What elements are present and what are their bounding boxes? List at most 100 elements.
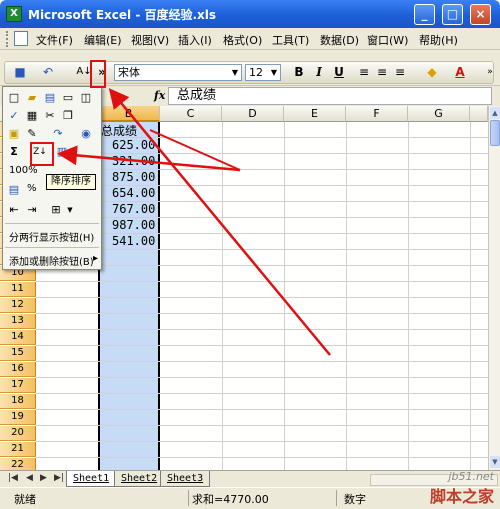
maximize-button[interactable]: □	[442, 4, 463, 25]
scroll-thumb[interactable]	[490, 120, 500, 146]
menu-format[interactable]: 格式(O)	[223, 32, 262, 48]
row-header[interactable]: 15	[0, 346, 36, 361]
underline-button[interactable]: U	[330, 64, 348, 81]
column-header-f[interactable]: F	[346, 106, 408, 122]
menu-view[interactable]: 视图(V)	[131, 32, 169, 48]
cell-b7[interactable]: 987.00	[112, 218, 155, 232]
borders-icon[interactable]: ⊞	[49, 203, 63, 217]
print-preview-icon[interactable]: ◫	[79, 91, 93, 105]
menu-window[interactable]: 窗口(W)	[367, 32, 408, 48]
toolbar: ■ ↶ A↓ » 宋体 ▼ 12 ▼ B I U ≡ ≡ ≡ ◆ A »	[0, 60, 500, 86]
bold-button[interactable]: B	[290, 64, 308, 81]
minimize-button[interactable]: _	[414, 4, 435, 25]
font-size-select[interactable]: 12 ▼	[245, 64, 281, 81]
formula-input[interactable]: 总成绩	[168, 87, 492, 105]
row-header[interactable]: 13	[0, 314, 36, 329]
row-header[interactable]: 20	[0, 426, 36, 441]
sheet-tab-bar: |◀ ◀ ▶ ▶| Sheet1 Sheet2 Sheet3	[0, 470, 500, 487]
row-header[interactable]: 22	[0, 458, 36, 470]
scroll-down-icon[interactable]: ▼	[490, 456, 500, 468]
first-sheet-icon[interactable]: |◀	[8, 473, 18, 483]
column-header-g[interactable]: G	[408, 106, 470, 122]
font-color-icon[interactable]: A	[452, 64, 468, 80]
font-name-select[interactable]: 宋体 ▼	[114, 64, 242, 81]
row-header[interactable]: 21	[0, 442, 36, 457]
column-header-c[interactable]: C	[160, 106, 222, 122]
row-header[interactable]: 16	[0, 362, 36, 377]
fill-color-icon[interactable]: ◆	[424, 64, 440, 80]
title-bar: X Microsoft Excel - 百度经验.xls _ □ ×	[0, 0, 500, 28]
menu-insert[interactable]: 插入(I)	[178, 32, 212, 48]
cell-b2[interactable]: 625.00	[112, 138, 155, 152]
close-button[interactable]: ×	[470, 4, 491, 25]
menu-edit[interactable]: 编辑(E)	[84, 32, 122, 48]
watermark: jb51.net 脚本之家	[430, 470, 494, 507]
cell-b3[interactable]: 321.00	[112, 154, 155, 168]
italic-button[interactable]: I	[310, 64, 328, 81]
vertical-scrollbar[interactable]: ▲ ▼	[488, 106, 500, 470]
scroll-up-icon[interactable]: ▲	[490, 107, 500, 119]
column-header-e[interactable]: E	[284, 106, 346, 122]
undo-icon[interactable]: ↶	[40, 64, 56, 80]
redo-icon[interactable]: ↷	[51, 127, 65, 141]
align-center-icon[interactable]: ≡	[374, 64, 390, 80]
last-sheet-icon[interactable]: ▶|	[54, 473, 64, 483]
sheet-tab-1[interactable]: Sheet1	[66, 471, 117, 487]
sheet-tab-2[interactable]: Sheet2	[114, 471, 165, 487]
chevron-down-icon[interactable]: ▼	[63, 203, 77, 217]
sort-descending-tooltip: 降序排序	[46, 174, 96, 190]
cell-b5[interactable]: 654.00	[112, 186, 155, 200]
align-right-icon[interactable]: ≡	[392, 64, 408, 80]
percent-style-button[interactable]: %	[27, 183, 37, 194]
cut-icon[interactable]: ✂	[43, 109, 57, 123]
row-header[interactable]: 11	[0, 282, 36, 297]
next-sheet-icon[interactable]: ▶	[40, 473, 47, 483]
status-ready: 就绪	[14, 493, 36, 506]
toolbar-grip[interactable]	[6, 31, 9, 47]
chart-wizard-icon[interactable]: ▥	[55, 145, 69, 159]
column-header-d[interactable]: D	[222, 106, 284, 122]
paste-icon[interactable]: ▣	[7, 127, 21, 141]
print-icon[interactable]: ▭	[61, 91, 75, 105]
autosum-icon[interactable]: Σ	[7, 145, 21, 159]
currency-icon[interactable]: ▤	[7, 183, 21, 197]
add-remove-buttons-option[interactable]: 添加或删除按钮(B)	[9, 253, 94, 268]
save-icon[interactable]: ■	[12, 64, 28, 80]
align-left-icon[interactable]: ≡	[356, 64, 372, 80]
sheet-tab-3[interactable]: Sheet3	[160, 471, 211, 487]
new-icon[interactable]: □	[7, 91, 21, 105]
spelling-icon[interactable]: ✓	[7, 109, 21, 123]
copy-icon[interactable]: ❐	[61, 109, 75, 123]
excel-icon: X	[6, 6, 22, 22]
row-header[interactable]: 12	[0, 298, 36, 313]
cell-b4[interactable]: 875.00	[112, 170, 155, 184]
prev-sheet-icon[interactable]: ◀	[26, 473, 33, 483]
menu-tools[interactable]: 工具(T)	[272, 32, 309, 48]
function-icon[interactable]: fx	[154, 89, 165, 102]
cell-b6[interactable]: 767.00	[112, 202, 155, 216]
show-two-rows-option[interactable]: 分两行显示按钮(H)	[9, 229, 94, 244]
watermark-site: jb51.net	[448, 470, 494, 483]
research-icon[interactable]: ▦	[25, 109, 39, 123]
open-icon[interactable]: ▰	[25, 91, 39, 105]
menu-help[interactable]: 帮助(H)	[419, 32, 458, 48]
chevron-down-icon: ▼	[270, 68, 278, 77]
column-header-b[interactable]: B	[98, 106, 160, 122]
cell-b8[interactable]: 541.00	[112, 234, 155, 248]
cell-b1[interactable]: 总成绩	[101, 122, 137, 139]
row-header[interactable]: 14	[0, 330, 36, 345]
hyperlink-icon[interactable]: ◉	[79, 127, 93, 141]
row-header[interactable]: 18	[0, 394, 36, 409]
row-header[interactable]: 19	[0, 410, 36, 425]
highlight-toolbar-options	[90, 60, 106, 88]
permission-icon[interactable]: ▤	[43, 91, 57, 105]
format-painter-icon[interactable]: ✎	[25, 127, 39, 141]
menu-file[interactable]: 文件(F)	[36, 32, 73, 48]
zoom-value[interactable]: 100%	[9, 165, 38, 176]
menu-data[interactable]: 数据(D)	[320, 32, 359, 48]
status-bar: 就绪 求和=4770.00 数字	[0, 487, 500, 509]
increase-indent-icon[interactable]: ⇥	[25, 203, 39, 217]
row-header[interactable]: 17	[0, 378, 36, 393]
decrease-indent-icon[interactable]: ⇤	[7, 203, 21, 217]
toolbar-overflow-icon[interactable]: »	[482, 64, 498, 80]
